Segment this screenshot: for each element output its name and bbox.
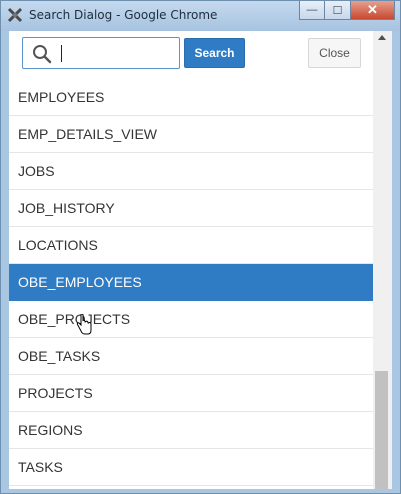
list-item-label: OBE_TASKS: [18, 348, 101, 364]
list-item[interactable]: TASKS: [9, 449, 373, 486]
list-item[interactable]: JOBS: [9, 153, 373, 190]
list-item-selected[interactable]: OBE_EMPLOYEES: [9, 264, 373, 301]
list-item[interactable]: JOB_HISTORY: [9, 190, 373, 227]
close-button[interactable]: Close: [308, 38, 361, 68]
dialog-content: EMPLOYEES EMP_DETAILS_VIEW JOBS JOB_HIST…: [9, 31, 392, 489]
vertical-scrollbar[interactable]: [373, 31, 392, 489]
list-item[interactable]: REGIONS: [9, 412, 373, 449]
maximize-button[interactable]: ☐: [325, 1, 351, 20]
text-caret: [61, 45, 62, 62]
scroll-up-arrow-icon[interactable]: [378, 35, 386, 40]
window-close-button[interactable]: ✕: [351, 1, 395, 20]
window-controls: — ☐ ✕: [299, 1, 395, 21]
list-item[interactable]: OBE_TASKS: [9, 338, 373, 375]
list-item-label: EMP_DETAILS_VIEW: [18, 126, 158, 142]
list-item-label: LOCATIONS: [18, 237, 98, 253]
search-field[interactable]: [22, 37, 180, 69]
app-icon: [7, 7, 23, 23]
list-item[interactable]: EMPLOYEES: [9, 79, 373, 116]
browser-window: Search Dialog - Google Chrome — ☐ ✕ EMPL…: [0, 0, 401, 494]
search-icon: [33, 45, 52, 64]
list-item[interactable]: OBE_PROJECTS: [9, 301, 373, 338]
list-item-label: OBE_EMPLOYEES: [18, 274, 142, 290]
minimize-button[interactable]: —: [299, 1, 325, 20]
window-title: Search Dialog - Google Chrome: [29, 8, 218, 22]
hand-cursor-icon: [76, 314, 92, 335]
list-item-label: PROJECTS: [18, 385, 93, 401]
search-toolbar: Search Close: [9, 31, 373, 77]
search-input[interactable]: [59, 42, 175, 64]
list-item-label: OBE_PROJECTS: [18, 311, 131, 327]
list-item[interactable]: LOCATIONS: [9, 227, 373, 264]
list-item-label: EMPLOYEES: [18, 89, 105, 105]
list-item-label: REGIONS: [18, 422, 83, 438]
list-item-label: JOB_HISTORY: [18, 200, 115, 216]
scroll-thumb[interactable]: [375, 371, 388, 489]
list-item[interactable]: EMP_DETAILS_VIEW: [9, 116, 373, 153]
title-bar[interactable]: Search Dialog - Google Chrome — ☐ ✕: [1, 1, 400, 31]
search-button[interactable]: Search: [184, 38, 245, 68]
list-item[interactable]: PROJECTS: [9, 375, 373, 412]
list-item-label: JOBS: [18, 163, 55, 179]
result-list: EMPLOYEES EMP_DETAILS_VIEW JOBS JOB_HIST…: [9, 67, 373, 489]
list-item-label: TASKS: [18, 459, 63, 475]
